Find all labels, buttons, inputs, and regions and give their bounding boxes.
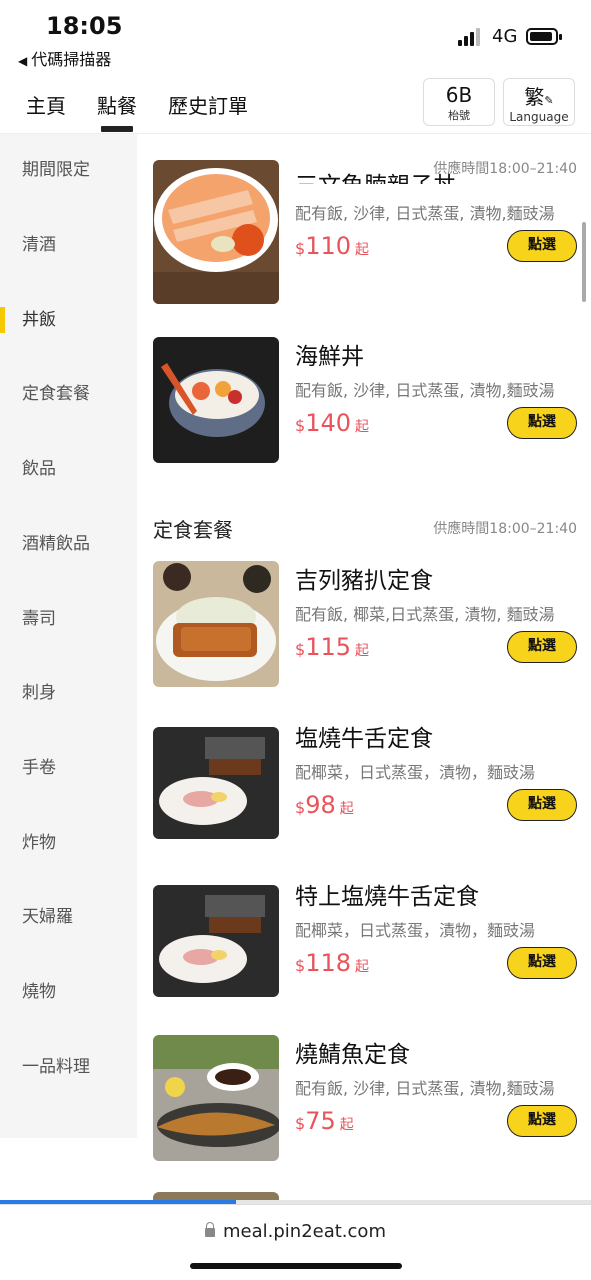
select-button[interactable]: 點選 [507,631,577,663]
dish-name: 吉列豬扒定食 [295,568,433,594]
sidebar-item-drinks[interactable]: 飲品 [0,449,137,489]
url-text: meal.pin2eat.com [223,1221,386,1242]
sidebar-item-set-meals[interactable]: 定食套餐 [0,374,137,414]
address-bar[interactable]: meal.pin2eat.com [0,1221,591,1242]
sidebar-item-alcohol[interactable]: 酒精飲品 [0,524,137,564]
dish-name: 塩燒牛舌定食 [295,726,433,752]
dish-description: 配椰菜，日式蒸蛋，漬物，麵豉湯 [295,763,536,782]
dish-price: $118 起 [295,949,369,977]
sidebar-item-hand-roll[interactable]: 手卷 [0,748,137,788]
dish-image [153,1035,279,1161]
dish-image [153,561,279,687]
select-button[interactable]: 點選 [507,789,577,821]
battery-icon [526,28,562,45]
sidebar-item-donburi[interactable]: 丼飯 [0,300,137,340]
dish-name: 特上塩燒牛舌定食 [295,884,479,910]
dish-card[interactable]: 特上塩燒牛舌定食 配椰菜，日式蒸蛋，漬物，麵豉湯 $118 起 點選 [153,877,577,1007]
table-label: 枱號 [448,109,470,122]
menu-list[interactable]: 丼飯 供應時間18:00–21:40 三文魚腩親子丼 配有飯, 沙律, 日式蒸蛋… [137,134,591,1204]
sidebar-item-grilled[interactable]: 燒物 [0,972,137,1012]
language-button[interactable]: 繁✎ Language [503,78,575,126]
lock-icon [205,1222,215,1237]
dish-description: 配有飯, 椰菜,日式蒸蛋, 漬物, 麵豉湯 [295,605,555,624]
tab-order[interactable]: 點餐 [97,90,137,132]
dish-description: 配有飯, 沙律, 日式蒸蛋, 漬物,麵豉湯 [295,204,555,223]
sidebar-item-limited[interactable]: 期間限定 [0,150,137,190]
sidebar-item-sashimi[interactable]: 刺身 [0,673,137,713]
sidebar-item-fried[interactable]: 炸物 [0,823,137,863]
dish-description: 配椰菜，日式蒸蛋，漬物，麵豉湯 [295,921,536,940]
pencil-icon: ✎ [544,94,554,107]
select-button[interactable]: 點選 [507,947,577,979]
dish-price: $75 起 [295,1107,354,1135]
language-current: 繁 [524,85,545,109]
section-hours: 供應時間18:00–21:40 [433,521,577,537]
table-number-button[interactable]: 6B 枱號 [423,78,495,126]
dish-image [153,727,279,839]
select-button[interactable]: 點選 [507,1105,577,1137]
back-triangle-icon: ◀ [18,54,28,68]
dish-card[interactable]: 燒鯖魚定食 配有飯, 沙律, 日式蒸蛋, 漬物,麵豉湯 $75 起 點選 [153,1035,577,1165]
back-app-label: 代碼掃描器 [31,50,112,69]
status-time: 18:05 [46,12,123,40]
dish-name: 三文魚腩親子丼 [295,166,456,184]
sidebar-item-sake[interactable]: 清酒 [0,225,137,265]
table-number: 6B [445,83,473,107]
dish-name: 燒鯖魚定食 [295,1042,410,1068]
top-nav: 主頁 點餐 歷史訂單 6B 枱號 繁✎ Language [0,72,591,134]
dish-card[interactable]: 塩燒牛舌定食 配椰菜，日式蒸蛋，漬物，麵豉湯 $98 起 點選 [153,719,577,849]
dish-name: 海鮮丼 [295,344,364,370]
dish-description: 配有飯, 沙律, 日式蒸蛋, 漬物,麵豉湯 [295,381,555,400]
section-header-set-meals: 定食套餐 供應時間18:00–21:40 [153,508,577,548]
category-sidebar: 期間限定 清酒 丼飯 定食套餐 飲品 酒精飲品 壽司 刺身 手卷 炸物 天婦羅 … [0,134,137,1138]
sidebar-item-tempura[interactable]: 天婦羅 [0,897,137,937]
dish-image [153,885,279,997]
scrollbar[interactable] [582,222,586,302]
dish-price: $110 起 [295,232,369,260]
dish-card[interactable]: 海鮮丼 配有飯, 沙律, 日式蒸蛋, 漬物,麵豉湯 $140 起 點選 [153,337,577,467]
sidebar-item-a-la-carte[interactable]: 一品料理 [0,1047,137,1087]
tab-order-history[interactable]: 歷史訂單 [168,90,248,119]
dish-price: $98 起 [295,791,354,819]
home-indicator[interactable] [190,1263,402,1269]
back-to-app-link[interactable]: ◀ 代碼掃描器 [18,46,111,70]
dish-price: $115 起 [295,633,369,661]
section-title: 定食套餐 [153,518,233,542]
tab-home[interactable]: 主頁 [26,90,66,119]
dish-image [153,337,279,463]
dish-card[interactable]: 吉列豬扒定食 配有飯, 椰菜,日式蒸蛋, 漬物, 麵豉湯 $115 起 點選 [153,561,577,691]
browser-bottom-bar: meal.pin2eat.com [0,1204,591,1280]
network-label: 4G [492,26,518,47]
dish-description: 配有飯, 沙律, 日式蒸蛋, 漬物,麵豉湯 [295,1079,555,1098]
select-button[interactable]: 點選 [507,230,577,262]
status-bar: 18:05 ◀ 代碼掃描器 4G [0,0,591,72]
signal-icon [458,28,484,46]
language-label: Language [509,110,569,124]
sidebar-item-sushi[interactable]: 壽司 [0,599,137,639]
dish-image [153,160,279,304]
dish-card[interactable]: 三文魚腩親子丼 配有飯, 沙律, 日式蒸蛋, 漬物,麵豉湯 $110起 點選 [153,160,577,310]
dish-price: $140 起 [295,409,369,437]
select-button[interactable]: 點選 [507,407,577,439]
